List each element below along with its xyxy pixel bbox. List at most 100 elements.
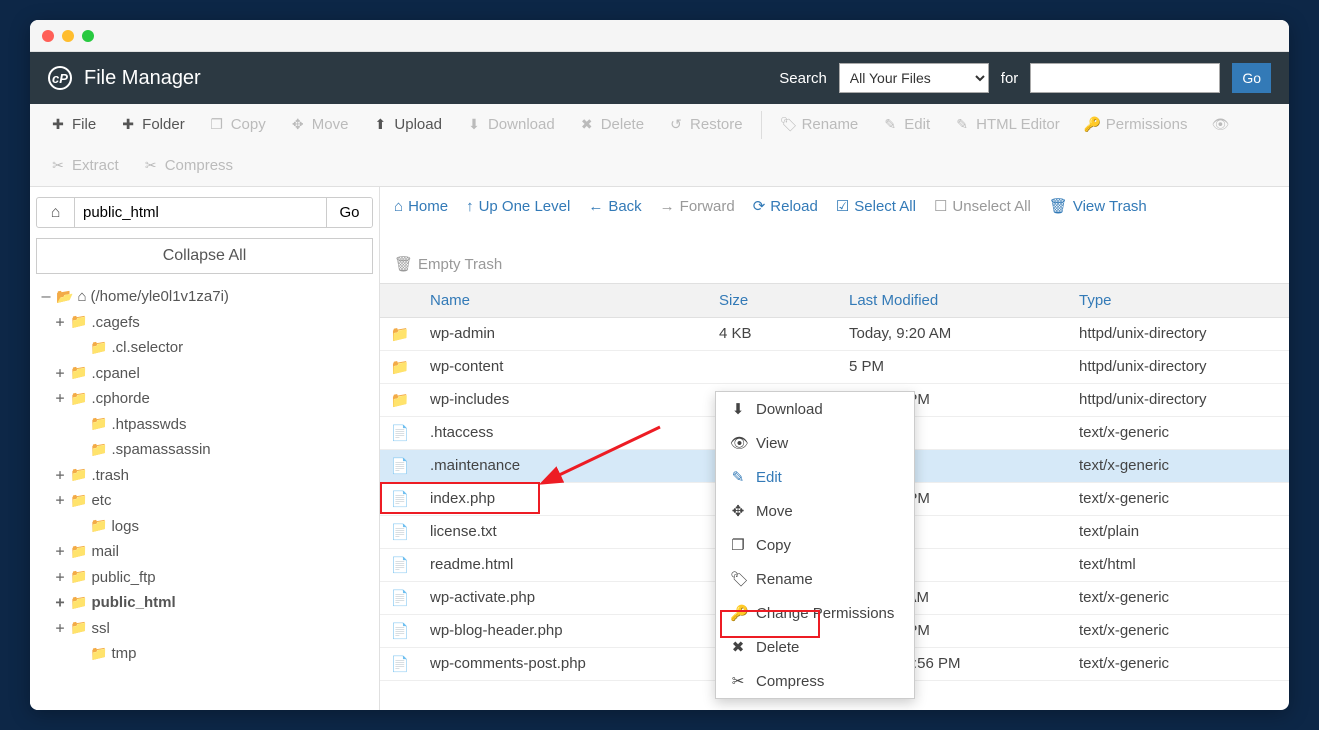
- forward-button[interactable]: →Forward: [660, 198, 735, 215]
- new-file-button[interactable]: ✚File: [40, 110, 106, 139]
- file-type: httpd/unix-directory: [1069, 384, 1289, 416]
- minimize-window-button[interactable]: [62, 30, 74, 42]
- new-folder-button[interactable]: ✚Folder: [110, 110, 195, 139]
- expand-icon[interactable]: +: [54, 539, 66, 565]
- expand-icon[interactable]: +: [54, 310, 66, 336]
- move-button[interactable]: ✥Move: [280, 110, 359, 139]
- tree-item[interactable]: +📁.trash: [40, 463, 373, 489]
- file-type: text/x-generic: [1069, 615, 1289, 647]
- cm-download[interactable]: ⬇Download: [716, 392, 914, 426]
- download-button[interactable]: ⬇Download: [456, 110, 565, 139]
- table-row[interactable]: 📁wp-admin4 KBToday, 9:20 AMhttpd/unix-di…: [380, 318, 1289, 351]
- reload-button[interactable]: ⟳Reload: [753, 197, 818, 215]
- expand-icon[interactable]: [74, 437, 86, 463]
- tree-item[interactable]: 📁.spamassassin: [40, 437, 373, 463]
- eye-icon: 👁: [1211, 116, 1227, 133]
- delete-button[interactable]: ✖Delete: [569, 110, 654, 139]
- cm-view[interactable]: 👁View: [716, 426, 914, 460]
- cm-rename[interactable]: 🏷Rename: [716, 562, 914, 596]
- cm-edit[interactable]: ✎Edit: [716, 460, 914, 494]
- expand-icon[interactable]: +: [54, 386, 66, 412]
- col-size[interactable]: Size: [709, 284, 839, 317]
- permissions-button[interactable]: 🔑Permissions: [1074, 110, 1198, 139]
- close-window-button[interactable]: [42, 30, 54, 42]
- table-row[interactable]: 📁wp-content5 PMhttpd/unix-directory: [380, 351, 1289, 384]
- expand-icon[interactable]: +: [54, 565, 66, 591]
- cm-copy[interactable]: ❐Copy: [716, 528, 914, 562]
- tree-item[interactable]: +📁.cphorde: [40, 386, 373, 412]
- cm-permissions[interactable]: 🔑Change Permissions: [716, 596, 914, 630]
- folder-tree: – 📂 ⌂ (/home/yle0l1v1za7i) +📁.cagefs 📁.c…: [36, 284, 373, 667]
- path-go-button[interactable]: Go: [326, 198, 372, 227]
- folder-icon: 📁: [70, 489, 87, 513]
- key-icon: 🔑: [730, 604, 746, 622]
- cm-compress[interactable]: ✂Compress: [716, 664, 914, 698]
- tree-item[interactable]: 📁.htpasswds: [40, 412, 373, 438]
- select-all-button[interactable]: ☑Select All: [836, 197, 916, 215]
- compress-button[interactable]: ✂Compress: [133, 151, 243, 180]
- path-input[interactable]: [75, 198, 326, 227]
- back-button[interactable]: ←Back: [588, 198, 641, 215]
- cm-move[interactable]: ✥Move: [716, 494, 914, 528]
- tree-item-label: etc: [91, 488, 111, 514]
- tree-item-label: .cagefs: [91, 310, 139, 336]
- search-scope-select[interactable]: All Your Files: [839, 63, 989, 93]
- expand-icon[interactable]: +: [54, 590, 66, 616]
- edit-button[interactable]: ✎Edit: [872, 110, 940, 139]
- unselect-all-button[interactable]: ☐Unselect All: [934, 197, 1031, 215]
- restore-button[interactable]: ↺Restore: [658, 110, 753, 139]
- expand-icon[interactable]: +: [54, 488, 66, 514]
- tree-item[interactable]: +📁public_html: [40, 590, 373, 616]
- expand-icon[interactable]: [74, 412, 86, 438]
- rename-button[interactable]: 🏷Rename: [770, 110, 869, 139]
- action-bar: ⌂Home ↑Up One Level ←Back →Forward ⟳Relo…: [380, 187, 1289, 284]
- search-go-button[interactable]: Go: [1232, 63, 1271, 93]
- col-modified[interactable]: Last Modified: [839, 284, 1069, 317]
- copy-button[interactable]: ❐Copy: [199, 110, 276, 139]
- move-icon: ✥: [730, 502, 746, 520]
- cpanel-logo-icon: cP: [48, 66, 72, 90]
- collapse-icon[interactable]: –: [40, 284, 52, 310]
- home-icon-button[interactable]: ⌂: [37, 198, 75, 227]
- extract-button[interactable]: ✂Extract: [40, 151, 129, 180]
- cm-delete[interactable]: ✖Delete: [716, 630, 914, 664]
- tree-item[interactable]: 📁tmp: [40, 641, 373, 667]
- home-button[interactable]: ⌂Home: [394, 198, 448, 215]
- file-icon: 📄: [380, 450, 420, 482]
- tree-root[interactable]: – 📂 ⌂ (/home/yle0l1v1za7i): [40, 284, 373, 310]
- expand-icon[interactable]: +: [54, 463, 66, 489]
- tree-item[interactable]: +📁public_ftp: [40, 565, 373, 591]
- tree-item[interactable]: 📁logs: [40, 514, 373, 540]
- up-one-level-button[interactable]: ↑Up One Level: [466, 198, 570, 215]
- folder-icon: 📁: [70, 310, 87, 334]
- col-name[interactable]: Name: [420, 284, 709, 317]
- tree-item[interactable]: +📁.cagefs: [40, 310, 373, 336]
- upload-button[interactable]: ⬆Upload: [362, 110, 452, 139]
- view-button[interactable]: 👁: [1201, 110, 1237, 139]
- search-input[interactable]: [1030, 63, 1220, 93]
- expand-icon[interactable]: +: [54, 361, 66, 387]
- file-modified: 5 PM: [839, 351, 1069, 383]
- path-navigator: ⌂ Go: [36, 197, 373, 228]
- expand-icon[interactable]: [74, 335, 86, 361]
- col-type[interactable]: Type: [1069, 284, 1289, 317]
- file-type: text/plain: [1069, 516, 1289, 548]
- tree-item[interactable]: +📁.cpanel: [40, 361, 373, 387]
- tree-item[interactable]: +📁etc: [40, 488, 373, 514]
- collapse-all-button[interactable]: Collapse All: [36, 238, 373, 274]
- tree-item[interactable]: +📁mail: [40, 539, 373, 565]
- table-header: Name Size Last Modified Type: [380, 284, 1289, 318]
- view-trash-button[interactable]: 🗑View Trash: [1049, 197, 1147, 215]
- tree-item[interactable]: 📁.cl.selector: [40, 335, 373, 361]
- empty-trash-button[interactable]: 🗑Empty Trash: [394, 251, 502, 273]
- tree-item-label: .cphorde: [91, 386, 149, 412]
- file-icon: 📄: [380, 615, 420, 647]
- maximize-window-button[interactable]: [82, 30, 94, 42]
- html-editor-button[interactable]: ✎HTML Editor: [944, 110, 1070, 139]
- tree-item[interactable]: +📁ssl: [40, 616, 373, 642]
- upload-icon: ⬆: [372, 116, 388, 133]
- expand-icon[interactable]: [74, 641, 86, 667]
- expand-icon[interactable]: [74, 514, 86, 540]
- expand-icon[interactable]: +: [54, 616, 66, 642]
- folder-icon: 📁: [90, 336, 107, 360]
